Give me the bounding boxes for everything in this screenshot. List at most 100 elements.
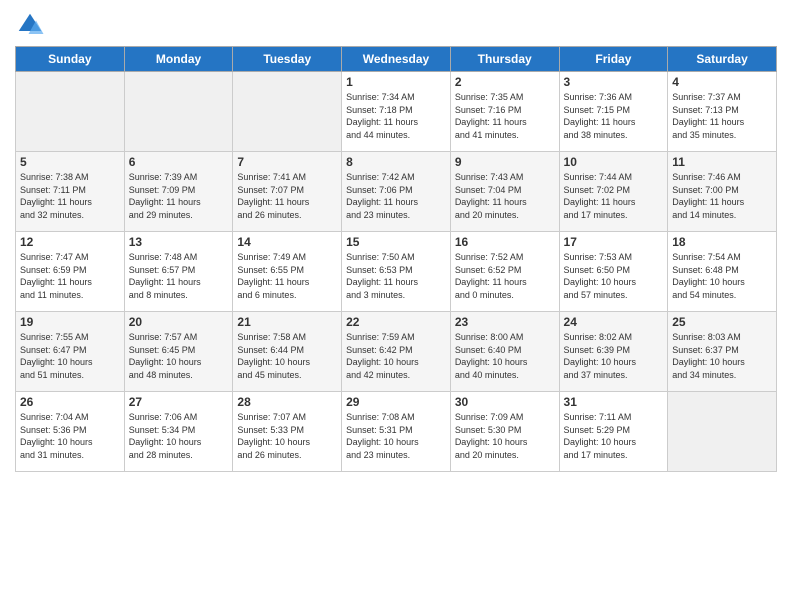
calendar-cell: 7 Sunrise: 7:41 AM Sunset: 7:07 PM Daylig…	[233, 152, 342, 232]
day-number: 16	[455, 235, 555, 249]
calendar-cell: 18 Sunrise: 7:54 AM Sunset: 6:48 PM Dayli…	[668, 232, 777, 312]
day-info: Sunrise: 7:43 AM Sunset: 7:04 PM Dayligh…	[455, 171, 555, 221]
day-number: 18	[672, 235, 772, 249]
day-number: 30	[455, 395, 555, 409]
calendar-cell: 13Sunrise: 7:48 AM Sunset: 6:57 PM Dayli…	[124, 232, 233, 312]
calendar-cell: 15 Sunrise: 7:50 AM Sunset: 6:53 PM Dayli…	[342, 232, 451, 312]
day-info: Sunrise: 7:37 AM Sunset: 7:13 PM Dayligh…	[672, 91, 772, 141]
calendar-week-3: 12 Sunrise: 7:47 AM Sunset: 6:59 PM Dayli…	[16, 232, 777, 312]
weekday-header-tuesday: Tuesday	[233, 47, 342, 72]
weekday-header-wednesday: Wednesday	[342, 47, 451, 72]
calendar-cell: 4 Sunrise: 7:37 AM Sunset: 7:13 PM Daylig…	[668, 72, 777, 152]
day-info: Sunrise: 7:50 AM Sunset: 6:53 PM Dayligh…	[346, 251, 446, 301]
day-number: 22	[346, 315, 446, 329]
calendar-cell: 12 Sunrise: 7:47 AM Sunset: 6:59 PM Dayli…	[16, 232, 125, 312]
day-number: 23	[455, 315, 555, 329]
calendar-cell: 10 Sunrise: 7:44 AM Sunset: 7:02 PM Dayli…	[559, 152, 668, 232]
day-number: 10	[564, 155, 664, 169]
calendar-cell: 23Sunrise: 8:00 AM Sunset: 6:40 PM Dayli…	[450, 312, 559, 392]
day-info: Sunrise: 7:47 AM Sunset: 6:59 PM Dayligh…	[20, 251, 120, 301]
day-info: Sunrise: 7:57 AM Sunset: 6:45 PM Dayligh…	[129, 331, 229, 381]
day-info: Sunrise: 8:03 AM Sunset: 6:37 PM Dayligh…	[672, 331, 772, 381]
day-number: 9	[455, 155, 555, 169]
calendar-cell: 9 Sunrise: 7:43 AM Sunset: 7:04 PM Daylig…	[450, 152, 559, 232]
day-number: 28	[237, 395, 337, 409]
day-number: 6	[129, 155, 229, 169]
calendar-cell: 1 Sunrise: 7:34 AM Sunset: 7:18 PM Daylig…	[342, 72, 451, 152]
calendar-cell: 21Sunrise: 7:58 AM Sunset: 6:44 PM Dayli…	[233, 312, 342, 392]
weekday-header-saturday: Saturday	[668, 47, 777, 72]
day-info: Sunrise: 7:53 AM Sunset: 6:50 PM Dayligh…	[564, 251, 664, 301]
weekday-header-friday: Friday	[559, 47, 668, 72]
day-number: 11	[672, 155, 772, 169]
day-number: 3	[564, 75, 664, 89]
header	[15, 10, 777, 40]
day-number: 7	[237, 155, 337, 169]
day-info: Sunrise: 7:49 AM Sunset: 6:55 PM Dayligh…	[237, 251, 337, 301]
day-number: 20	[129, 315, 229, 329]
calendar-cell: 5Sunrise: 7:38 AM Sunset: 7:11 PM Daylig…	[16, 152, 125, 232]
day-info: Sunrise: 7:38 AM Sunset: 7:11 PM Dayligh…	[20, 171, 120, 221]
day-number: 31	[564, 395, 664, 409]
day-number: 12	[20, 235, 120, 249]
day-info: Sunrise: 7:07 AM Sunset: 5:33 PM Dayligh…	[237, 411, 337, 461]
logo-icon	[15, 10, 45, 40]
calendar-cell: 31 Sunrise: 7:11 AM Sunset: 5:29 PM Dayli…	[559, 392, 668, 472]
day-info: Sunrise: 7:46 AM Sunset: 7:00 PM Dayligh…	[672, 171, 772, 221]
calendar-cell: 19Sunrise: 7:55 AM Sunset: 6:47 PM Dayli…	[16, 312, 125, 392]
calendar-cell: 28 Sunrise: 7:07 AM Sunset: 5:33 PM Dayli…	[233, 392, 342, 472]
weekday-header-row: SundayMondayTuesdayWednesdayThursdayFrid…	[16, 47, 777, 72]
day-number: 26	[20, 395, 120, 409]
day-number: 4	[672, 75, 772, 89]
calendar-cell: 11 Sunrise: 7:46 AM Sunset: 7:00 PM Dayli…	[668, 152, 777, 232]
day-info: Sunrise: 8:02 AM Sunset: 6:39 PM Dayligh…	[564, 331, 664, 381]
calendar-cell: 22Sunrise: 7:59 AM Sunset: 6:42 PM Dayli…	[342, 312, 451, 392]
logo	[15, 10, 49, 40]
calendar-cell: 6 Sunrise: 7:39 AM Sunset: 7:09 PM Daylig…	[124, 152, 233, 232]
day-info: Sunrise: 7:44 AM Sunset: 7:02 PM Dayligh…	[564, 171, 664, 221]
calendar-week-5: 26 Sunrise: 7:04 AM Sunset: 5:36 PM Dayli…	[16, 392, 777, 472]
day-info: Sunrise: 7:52 AM Sunset: 6:52 PM Dayligh…	[455, 251, 555, 301]
day-info: Sunrise: 7:42 AM Sunset: 7:06 PM Dayligh…	[346, 171, 446, 221]
day-info: Sunrise: 7:04 AM Sunset: 5:36 PM Dayligh…	[20, 411, 120, 461]
day-number: 15	[346, 235, 446, 249]
calendar-cell: 2 Sunrise: 7:35 AM Sunset: 7:16 PM Daylig…	[450, 72, 559, 152]
day-info: Sunrise: 7:41 AM Sunset: 7:07 PM Dayligh…	[237, 171, 337, 221]
day-info: Sunrise: 7:39 AM Sunset: 7:09 PM Dayligh…	[129, 171, 229, 221]
day-info: Sunrise: 7:09 AM Sunset: 5:30 PM Dayligh…	[455, 411, 555, 461]
day-info: Sunrise: 7:06 AM Sunset: 5:34 PM Dayligh…	[129, 411, 229, 461]
day-number: 1	[346, 75, 446, 89]
day-number: 14	[237, 235, 337, 249]
weekday-header-thursday: Thursday	[450, 47, 559, 72]
day-number: 17	[564, 235, 664, 249]
calendar-cell: 14 Sunrise: 7:49 AM Sunset: 6:55 PM Dayli…	[233, 232, 342, 312]
day-info: Sunrise: 7:55 AM Sunset: 6:47 PM Dayligh…	[20, 331, 120, 381]
calendar-cell: 17 Sunrise: 7:53 AM Sunset: 6:50 PM Dayli…	[559, 232, 668, 312]
day-info: Sunrise: 7:11 AM Sunset: 5:29 PM Dayligh…	[564, 411, 664, 461]
calendar-cell: 24 Sunrise: 8:02 AM Sunset: 6:39 PM Dayli…	[559, 312, 668, 392]
calendar-table: SundayMondayTuesdayWednesdayThursdayFrid…	[15, 46, 777, 472]
calendar-cell: 26 Sunrise: 7:04 AM Sunset: 5:36 PM Dayli…	[16, 392, 125, 472]
calendar-week-2: 5Sunrise: 7:38 AM Sunset: 7:11 PM Daylig…	[16, 152, 777, 232]
day-number: 8	[346, 155, 446, 169]
day-info: Sunrise: 7:54 AM Sunset: 6:48 PM Dayligh…	[672, 251, 772, 301]
day-number: 29	[346, 395, 446, 409]
weekday-header-sunday: Sunday	[16, 47, 125, 72]
day-number: 13	[129, 235, 229, 249]
day-number: 24	[564, 315, 664, 329]
calendar-cell: 30 Sunrise: 7:09 AM Sunset: 5:30 PM Dayli…	[450, 392, 559, 472]
calendar-cell: 29Sunrise: 7:08 AM Sunset: 5:31 PM Dayli…	[342, 392, 451, 472]
calendar-cell: 20 Sunrise: 7:57 AM Sunset: 6:45 PM Dayli…	[124, 312, 233, 392]
weekday-header-monday: Monday	[124, 47, 233, 72]
day-info: Sunrise: 7:36 AM Sunset: 7:15 PM Dayligh…	[564, 91, 664, 141]
calendar-cell	[16, 72, 125, 152]
calendar-week-4: 19Sunrise: 7:55 AM Sunset: 6:47 PM Dayli…	[16, 312, 777, 392]
calendar-cell: 8 Sunrise: 7:42 AM Sunset: 7:06 PM Daylig…	[342, 152, 451, 232]
day-info: Sunrise: 7:34 AM Sunset: 7:18 PM Dayligh…	[346, 91, 446, 141]
day-number: 21	[237, 315, 337, 329]
calendar-cell	[668, 392, 777, 472]
day-number: 27	[129, 395, 229, 409]
day-number: 2	[455, 75, 555, 89]
calendar-cell: 16 Sunrise: 7:52 AM Sunset: 6:52 PM Dayli…	[450, 232, 559, 312]
day-info: Sunrise: 7:35 AM Sunset: 7:16 PM Dayligh…	[455, 91, 555, 141]
